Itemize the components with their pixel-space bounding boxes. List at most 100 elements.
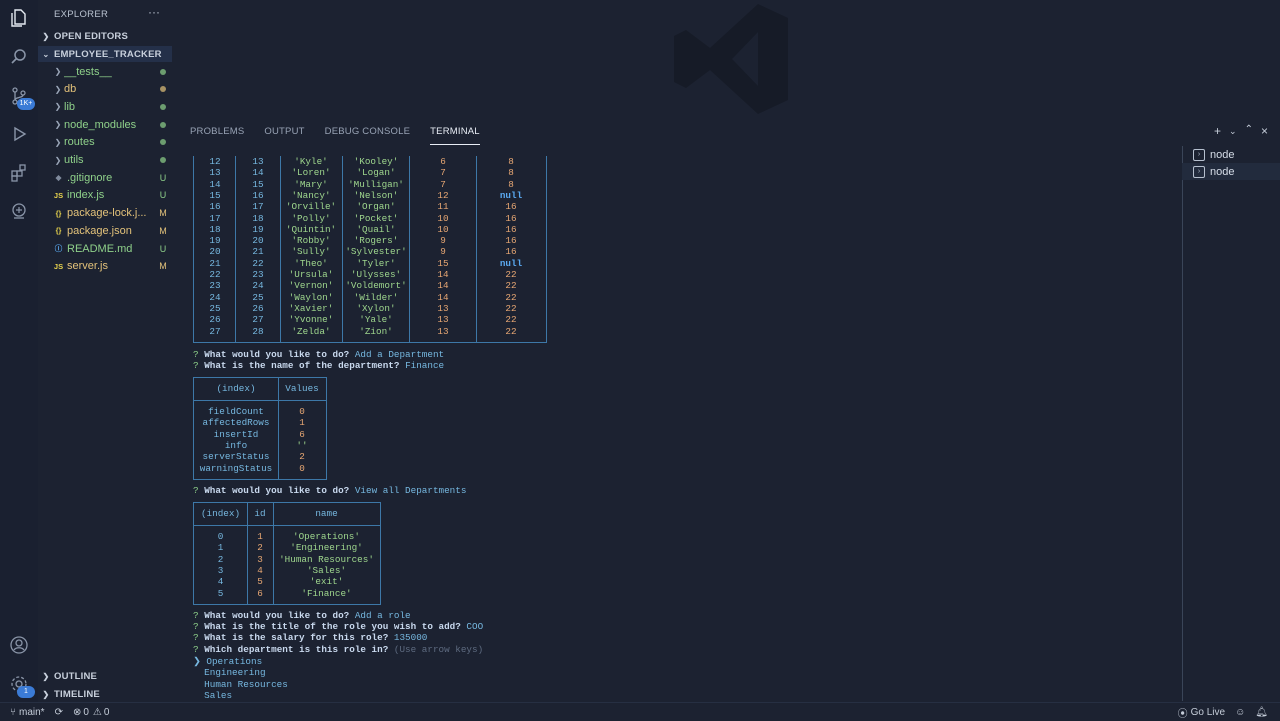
choice-item[interactable]: ❯ Operations (193, 656, 262, 667)
table-cell: 6 (299, 428, 305, 440)
table-header: (index) (200, 508, 241, 519)
js-file-icon: JS (53, 261, 64, 271)
file-tree-item[interactable]: {} package-lock.j... M (38, 205, 172, 222)
file-tree-item[interactable]: ❯ lib (38, 98, 172, 115)
git-status (154, 120, 172, 130)
git-status-dot (160, 68, 166, 75)
timeline-label: TIMELINE (54, 688, 100, 700)
git-status: M (159, 261, 167, 272)
table-cell: insertId (213, 428, 259, 440)
terminal-tab-label: node (1210, 148, 1235, 161)
employees-table: 12 13 'Kyle' 'Kooley' 6 8 13 14 'Loren' 'Logan' 7 8… (193, 156, 547, 343)
chevron-down-icon[interactable]: ⌄ (1229, 126, 1237, 138)
more-actions-icon[interactable]: ··· (148, 5, 160, 19)
outline-label: OUTLINE (54, 670, 98, 682)
chevron-down-icon: ⌄ (42, 49, 50, 59)
file-tree-item[interactable]: {} package.json M (38, 222, 172, 239)
git-status (154, 102, 172, 112)
source-control-icon[interactable]: 1K+ (9, 86, 35, 110)
file-tree-item[interactable]: JS server.js M (38, 258, 172, 275)
chevron-right-icon: ❯ (42, 689, 50, 699)
git-status: U (159, 243, 167, 254)
warning-icon: ⚠ (92, 706, 102, 718)
prompt-line: ? What is the name of the department? Fi… (193, 360, 445, 371)
new-terminal-icon[interactable]: + (1214, 124, 1221, 138)
file-name: index.js (67, 189, 105, 202)
table-cell: 3 (217, 564, 224, 576)
file-tree-item[interactable]: ⓘ README.md U (38, 240, 172, 257)
tab-terminal[interactable]: TERMINAL (430, 124, 480, 145)
terminal-icon: › (1193, 148, 1205, 161)
vscode-logo-watermark (674, 4, 788, 114)
terminal-tab[interactable]: › node (1182, 163, 1280, 180)
table-header: name (315, 508, 338, 519)
git-status-dot (160, 157, 166, 163)
file-tree-item[interactable]: ❯ __tests__ (38, 63, 172, 80)
close-panel-icon[interactable]: × (1261, 124, 1268, 138)
prompt-line: ? What would you like to do? Add a role (193, 610, 411, 621)
sidebar-title: EXPLORER (54, 9, 109, 20)
problems-indicator[interactable]: ⊗ 0 ⚠ 0 (73, 707, 109, 718)
table-cell: info (224, 439, 248, 451)
project-label: EMPLOYEE_TRACKER (54, 48, 162, 60)
choice-item[interactable]: Engineering (193, 667, 265, 678)
file-tree-item[interactable]: ❯ db (38, 81, 172, 98)
table-cell: 16 (505, 212, 517, 224)
activity-bar: 1K+ 1 (0, 0, 38, 702)
status-bar: ⑂ main* ⟳ ⊗ 0 ⚠ 0 ⦿ Go Live ☺ 🔔︎ (0, 702, 1280, 721)
file-tree-item[interactable]: ❯ utils (38, 152, 172, 169)
git-status: U (159, 172, 167, 183)
table-cell: 2 (257, 542, 263, 554)
tab-debug-console[interactable]: DEBUG CONSOLE (325, 124, 410, 144)
feedback-icon[interactable]: ☺ (1235, 707, 1245, 718)
file-name: lib (64, 100, 76, 113)
file-tree-item[interactable]: JS index.js U (38, 187, 172, 204)
search-icon[interactable] (9, 47, 29, 67)
prompt-line: ? What is the salary for this role? 1350… (193, 632, 428, 643)
git-status: M (159, 208, 167, 219)
terminal-tab[interactable]: › node (1182, 146, 1280, 163)
tab-output[interactable]: OUTPUT (264, 124, 304, 144)
project-section[interactable]: ⌄ EMPLOYEE_TRACKER (38, 46, 172, 62)
prompt-line: ? What would you like to do? View all De… (193, 485, 467, 496)
settings-gear-icon[interactable]: 1 (9, 674, 35, 698)
branch-indicator[interactable]: ⑂ main* (10, 707, 45, 718)
table-cell: 'Finance' (301, 587, 352, 599)
run-debug-icon[interactable] (9, 124, 29, 144)
outline-section[interactable]: ❯ OUTLINE (38, 668, 172, 684)
account-icon[interactable] (9, 635, 29, 655)
choice-item[interactable]: Human Resources (193, 679, 288, 690)
file-name: README.md (67, 242, 133, 255)
notifications-bell-icon[interactable]: 🔔︎ (1255, 707, 1268, 718)
table-header: (index) (216, 383, 256, 394)
source-control-badge: 1K+ (17, 98, 35, 110)
chevron-right-icon: ❯ (54, 67, 62, 76)
maximize-panel-icon[interactable]: ⌃ (1245, 124, 1253, 138)
choice-item[interactable]: Sales (193, 690, 232, 701)
timeline-section[interactable]: ❯ TIMELINE (38, 686, 172, 702)
remote-explorer-icon[interactable] (9, 201, 29, 221)
file-tree-item[interactable]: ❯ node_modules (38, 116, 172, 133)
branch-name: main* (19, 706, 45, 718)
open-editors-section[interactable]: ❯ OPEN EDITORS (38, 28, 172, 44)
panel-actions: + ⌄ ⌃ × (1214, 124, 1268, 138)
explorer-sidebar: EXPLORER ··· ❯ OPEN EDITORS ⌄ EMPLOYEE_T… (38, 0, 172, 702)
git-status (154, 67, 172, 77)
go-live-button[interactable]: ⦿ Go Live (1178, 705, 1225, 720)
table-cell: 4 (257, 564, 263, 576)
file-tree-item[interactable]: ❯ routes (38, 134, 172, 151)
terminal-output[interactable]: 12 13 'Kyle' 'Kooley' 6 8 13 14 'Loren' 'Logan' 7 8… (190, 156, 1170, 701)
extensions-icon[interactable] (9, 163, 29, 183)
explorer-icon[interactable] (9, 8, 29, 28)
tab-problems[interactable]: PROBLEMS (190, 124, 244, 144)
file-tree-item[interactable]: ◆ .gitignore U (38, 169, 172, 186)
git-status: M (159, 225, 167, 236)
sync-icon[interactable]: ⟳ (55, 707, 63, 718)
chevron-right-icon: ❯ (54, 137, 62, 147)
git-status (154, 137, 172, 147)
chevron-right-icon: ❯ (54, 120, 62, 130)
table-cell: 6 (257, 587, 263, 599)
table-cell: affectedRows (202, 417, 270, 429)
panel-tabs: PROBLEMS OUTPUT DEBUG CONSOLE TERMINAL (190, 124, 500, 146)
table-header: id (254, 508, 266, 519)
